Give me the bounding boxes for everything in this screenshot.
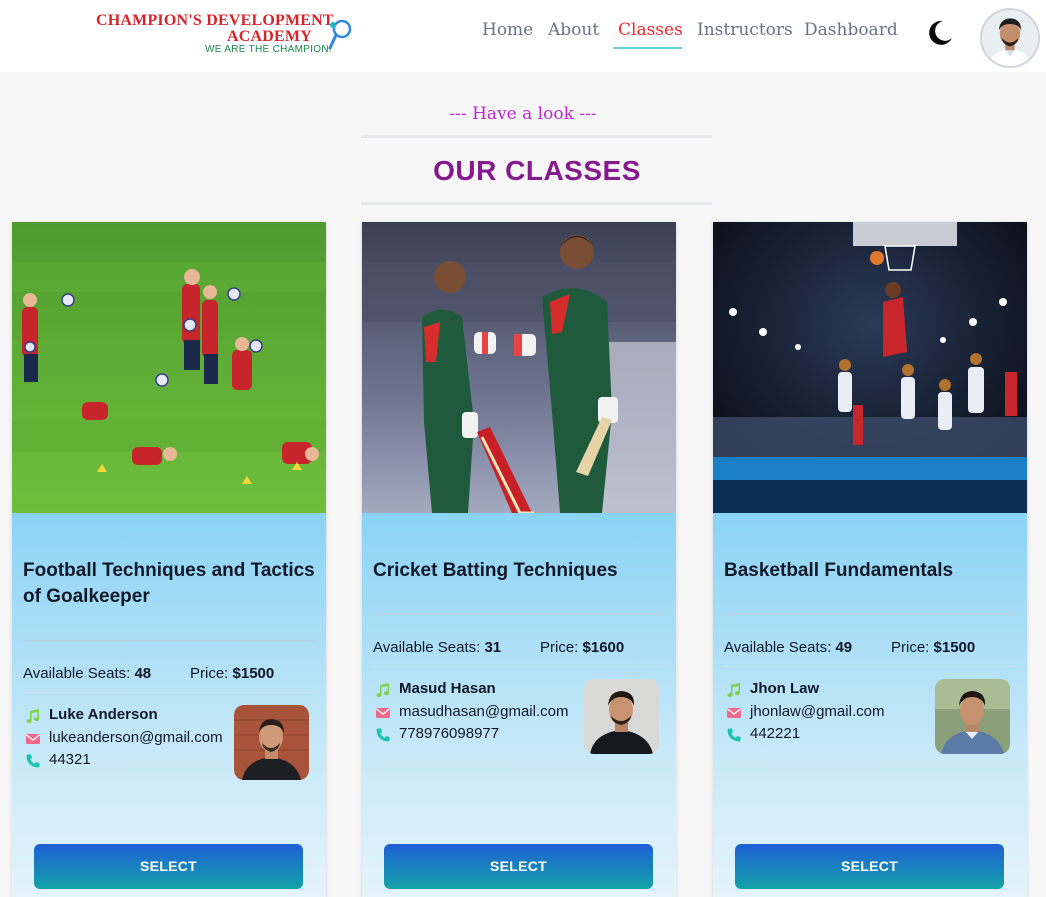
- moon-icon[interactable]: [924, 18, 954, 48]
- instructor-phone: 778976098977: [399, 725, 500, 742]
- instructor-email: masudhasan@gmail.com: [399, 703, 569, 720]
- price-value: $1500: [933, 639, 976, 656]
- price-label: Price:: [190, 665, 229, 682]
- phone-icon: [727, 728, 741, 742]
- brand-logo[interactable]: CHAMPION'S DEVELOPMENT ACADEMY WE ARE TH…: [96, 12, 356, 60]
- class-card: Football Techniques and Tactics of Goalk…: [12, 222, 326, 897]
- page-title: OUR CLASSES: [433, 155, 641, 186]
- instructor-phone: 442221: [750, 725, 801, 742]
- class-price: Price: $1600: [540, 639, 624, 656]
- seats-label: Available Seats:: [724, 639, 832, 656]
- available-seats: Available Seats: 31: [373, 639, 501, 656]
- title-divider-bottom: [361, 202, 712, 205]
- select-button[interactable]: SELECT: [384, 844, 653, 889]
- envelope-icon: [26, 734, 40, 744]
- class-title: Football Techniques and Tactics of Goalk…: [23, 560, 315, 607]
- envelope-icon: [376, 708, 390, 718]
- select-button[interactable]: SELECT: [34, 844, 303, 889]
- active-nav-underline: [613, 47, 682, 49]
- instructor-phone: 44321: [49, 751, 91, 768]
- section-kicker: --- Have a look ---: [449, 104, 597, 124]
- seats-value: 31: [484, 639, 502, 656]
- price-value: $1500: [232, 665, 275, 682]
- instructor-email: jhonlaw@gmail.com: [750, 703, 885, 720]
- music-note-icon: [727, 683, 741, 698]
- nav-home[interactable]: Home: [482, 20, 533, 40]
- phone-icon: [376, 728, 390, 742]
- available-seats: Available Seats: 48: [23, 665, 151, 682]
- seats-value: 49: [835, 639, 853, 656]
- class-image: [12, 222, 326, 513]
- nav-instructors[interactable]: Instructors: [697, 20, 793, 40]
- title-divider-top: [361, 135, 712, 138]
- instructor-name: Jhon Law: [750, 680, 820, 697]
- user-avatar[interactable]: [980, 8, 1040, 68]
- select-button[interactable]: SELECT: [735, 844, 1004, 889]
- seats-label: Available Seats:: [23, 665, 131, 682]
- envelope-icon: [727, 708, 741, 718]
- card-divider-thin: [724, 666, 1015, 667]
- price-label: Price:: [891, 639, 930, 656]
- available-seats: Available Seats: 49: [724, 639, 852, 656]
- class-card: Basketball Fundamentals Available Seats:…: [713, 222, 1027, 897]
- music-note-icon: [26, 709, 40, 724]
- price-value: $1600: [582, 639, 625, 656]
- seats-value: 48: [134, 665, 152, 682]
- nav-dashboard[interactable]: Dashboard: [804, 20, 898, 40]
- instructor-photo: [584, 679, 659, 754]
- navbar: CHAMPION'S DEVELOPMENT ACADEMY WE ARE TH…: [0, 0, 1046, 72]
- instructor-photo: [935, 679, 1010, 754]
- class-title: Basketball Fundamentals: [724, 560, 954, 581]
- class-title: Cricket Batting Techniques: [373, 560, 618, 581]
- instructor-name: Luke Anderson: [49, 706, 158, 723]
- card-divider: [23, 640, 314, 642]
- brand-tagline: WE ARE THE CHAMPION!: [205, 44, 332, 55]
- racket-icon: [328, 20, 352, 50]
- instructor-photo: [234, 705, 309, 780]
- class-price: Price: $1500: [891, 639, 975, 656]
- card-divider: [724, 613, 1015, 615]
- price-label: Price:: [540, 639, 579, 656]
- class-card: Cricket Batting Techniques Available Sea…: [362, 222, 676, 897]
- class-price: Price: $1500: [190, 665, 274, 682]
- instructor-email: lukeanderson@gmail.com: [49, 729, 223, 746]
- nav-about[interactable]: About: [548, 20, 599, 40]
- phone-icon: [26, 754, 40, 768]
- card-divider-thin: [373, 666, 664, 667]
- class-image: [713, 222, 1027, 513]
- class-image: [362, 222, 676, 513]
- card-divider-thin: [23, 692, 314, 693]
- nav-classes[interactable]: Classes: [618, 20, 683, 40]
- seats-label: Available Seats:: [373, 639, 481, 656]
- music-note-icon: [376, 683, 390, 698]
- instructor-name: Masud Hasan: [399, 680, 496, 697]
- card-divider: [373, 613, 664, 615]
